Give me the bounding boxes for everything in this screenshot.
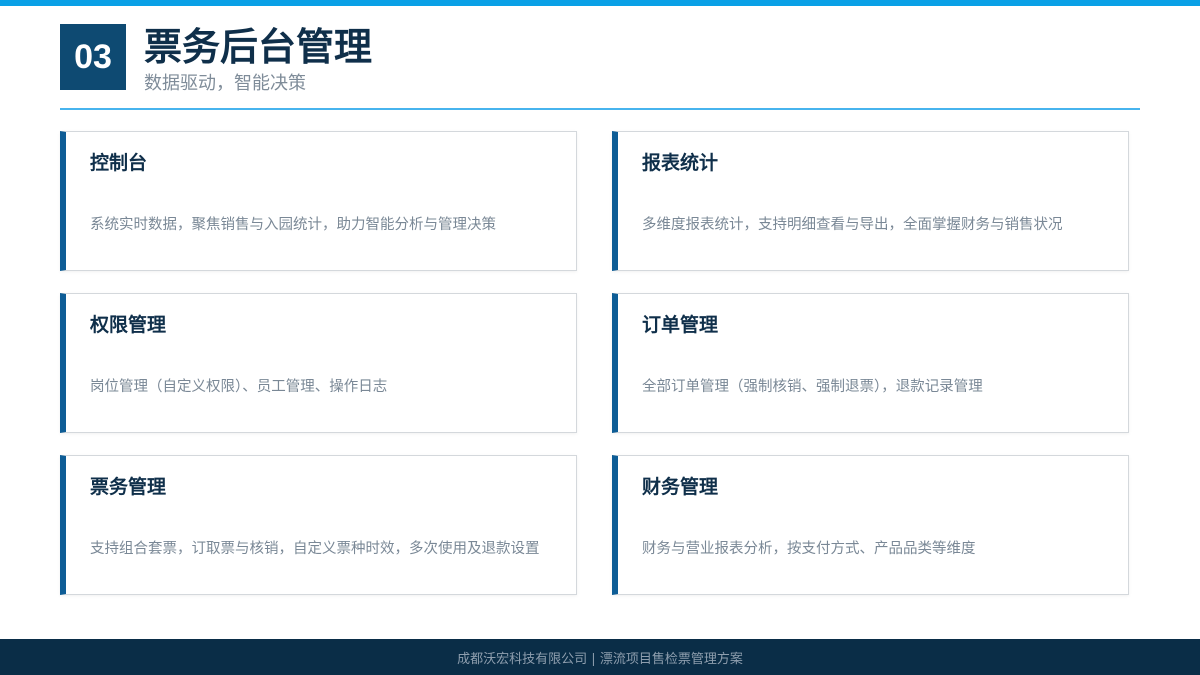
- card-ticket-management: 票务管理 支持组合套票，订取票与核销，自定义票种时效，多次使用及退款设置: [60, 455, 577, 595]
- card-permission-management: 权限管理 岗位管理（自定义权限）、员工管理、操作日志: [60, 293, 577, 433]
- page-subtitle: 数据驱动，智能决策: [144, 73, 306, 94]
- card-report-statistics: 报表统计 多维度报表统计，支持明细查看与导出，全面掌握财务与销售状况: [612, 131, 1129, 271]
- card-title: 订单管理: [642, 314, 719, 336]
- feature-card-grid: 控制台 系统实时数据，聚焦销售与入园统计，助力智能分析与管理决策 报表统计 多维…: [60, 131, 1129, 595]
- card-order-management: 订单管理 全部订单管理（强制核销、强制退票），退款记录管理: [612, 293, 1129, 433]
- card-description: 支持组合套票，订取票与核销，自定义票种时效，多次使用及退款设置: [90, 540, 540, 557]
- section-number-badge: 03: [60, 24, 126, 90]
- card-description: 财务与营业报表分析，按支付方式、产品品类等维度: [642, 540, 976, 557]
- card-description: 多维度报表统计，支持明细查看与导出，全面掌握财务与销售状况: [642, 216, 1063, 233]
- card-description: 岗位管理（自定义权限）、员工管理、操作日志: [90, 378, 388, 395]
- card-title: 控制台: [90, 152, 148, 174]
- card-description: 全部订单管理（强制核销、强制退票），退款记录管理: [642, 378, 983, 395]
- card-title: 报表统计: [642, 152, 719, 174]
- footer-text: 成都沃宏科技有限公司 | 漂流项目售检票管理方案: [457, 651, 743, 667]
- card-title: 票务管理: [90, 476, 167, 498]
- card-title: 权限管理: [90, 314, 167, 336]
- card-dashboard: 控制台 系统实时数据，聚焦销售与入园统计，助力智能分析与管理决策: [60, 131, 577, 271]
- card-title: 财务管理: [642, 476, 719, 498]
- card-description: 系统实时数据，聚焦销售与入园统计，助力智能分析与管理决策: [90, 216, 496, 233]
- top-accent-bar: [0, 0, 1200, 6]
- header-divider: [60, 108, 1140, 110]
- footer-bar: 成都沃宏科技有限公司 | 漂流项目售检票管理方案: [0, 639, 1200, 675]
- page-title: 票务后台管理: [144, 24, 373, 69]
- card-finance-management: 财务管理 财务与营业报表分析，按支付方式、产品品类等维度: [612, 455, 1129, 595]
